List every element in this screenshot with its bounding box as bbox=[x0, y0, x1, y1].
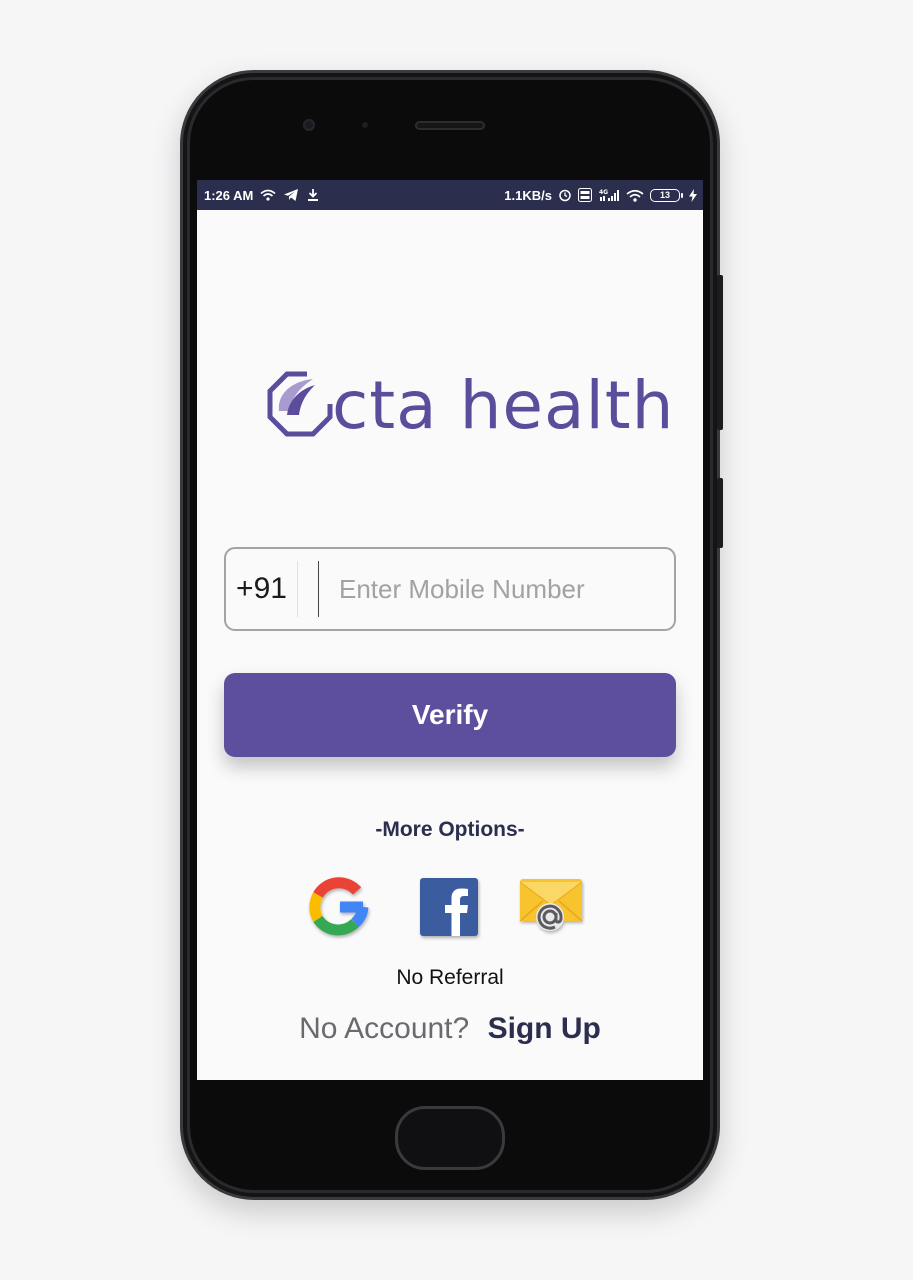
google-login-button[interactable] bbox=[305, 873, 373, 941]
status-bar: 1:26 AM 1.1KB/s 4G 13 bbox=[197, 180, 703, 210]
front-camera bbox=[303, 119, 315, 131]
status-time: 1:26 AM bbox=[204, 187, 254, 203]
octa-health-logo: cta health bbox=[267, 366, 674, 446]
wifi-icon bbox=[260, 189, 276, 201]
google-icon bbox=[309, 877, 369, 936]
app-screen: 1:26 AM 1.1KB/s 4G 13 cta health +91 Ent… bbox=[197, 180, 703, 1080]
telegram-icon bbox=[283, 188, 299, 202]
sign-up-link[interactable]: Sign Up bbox=[488, 1012, 601, 1045]
charging-icon bbox=[689, 188, 697, 202]
email-icon bbox=[519, 879, 583, 931]
alarm-icon bbox=[558, 188, 572, 202]
country-code[interactable]: +91 bbox=[226, 561, 298, 617]
earpiece-speaker bbox=[415, 121, 485, 130]
volte-icon bbox=[578, 188, 592, 202]
facebook-login-button[interactable] bbox=[415, 873, 483, 941]
no-account-text: No Account? bbox=[299, 1012, 470, 1045]
download-icon bbox=[306, 188, 320, 202]
more-options-label: -More Options- bbox=[375, 818, 525, 841]
battery-icon: 13 bbox=[650, 188, 683, 202]
logo-text: cta health bbox=[332, 367, 675, 444]
battery-nub bbox=[681, 192, 683, 198]
proximity-sensor bbox=[362, 122, 368, 128]
no-referral-link[interactable]: No Referral bbox=[197, 966, 703, 990]
home-button[interactable] bbox=[395, 1106, 505, 1170]
verify-button[interactable]: Verify bbox=[224, 673, 676, 757]
volume-button bbox=[717, 275, 723, 430]
svg-text:4G: 4G bbox=[599, 189, 608, 196]
octagon-logo-icon bbox=[267, 371, 333, 437]
wifi-icon bbox=[626, 189, 644, 202]
battery-level: 13 bbox=[650, 188, 680, 202]
4g-signal-icon: 4G bbox=[598, 188, 620, 202]
email-login-button[interactable] bbox=[517, 873, 585, 941]
power-button bbox=[717, 478, 723, 548]
mobile-number-field[interactable]: +91 bbox=[224, 547, 676, 631]
mobile-number-input[interactable] bbox=[318, 561, 674, 617]
signup-row: No Account? Sign Up bbox=[197, 1012, 703, 1046]
facebook-icon bbox=[420, 878, 478, 936]
network-speed: 1.1KB/s bbox=[504, 187, 552, 203]
